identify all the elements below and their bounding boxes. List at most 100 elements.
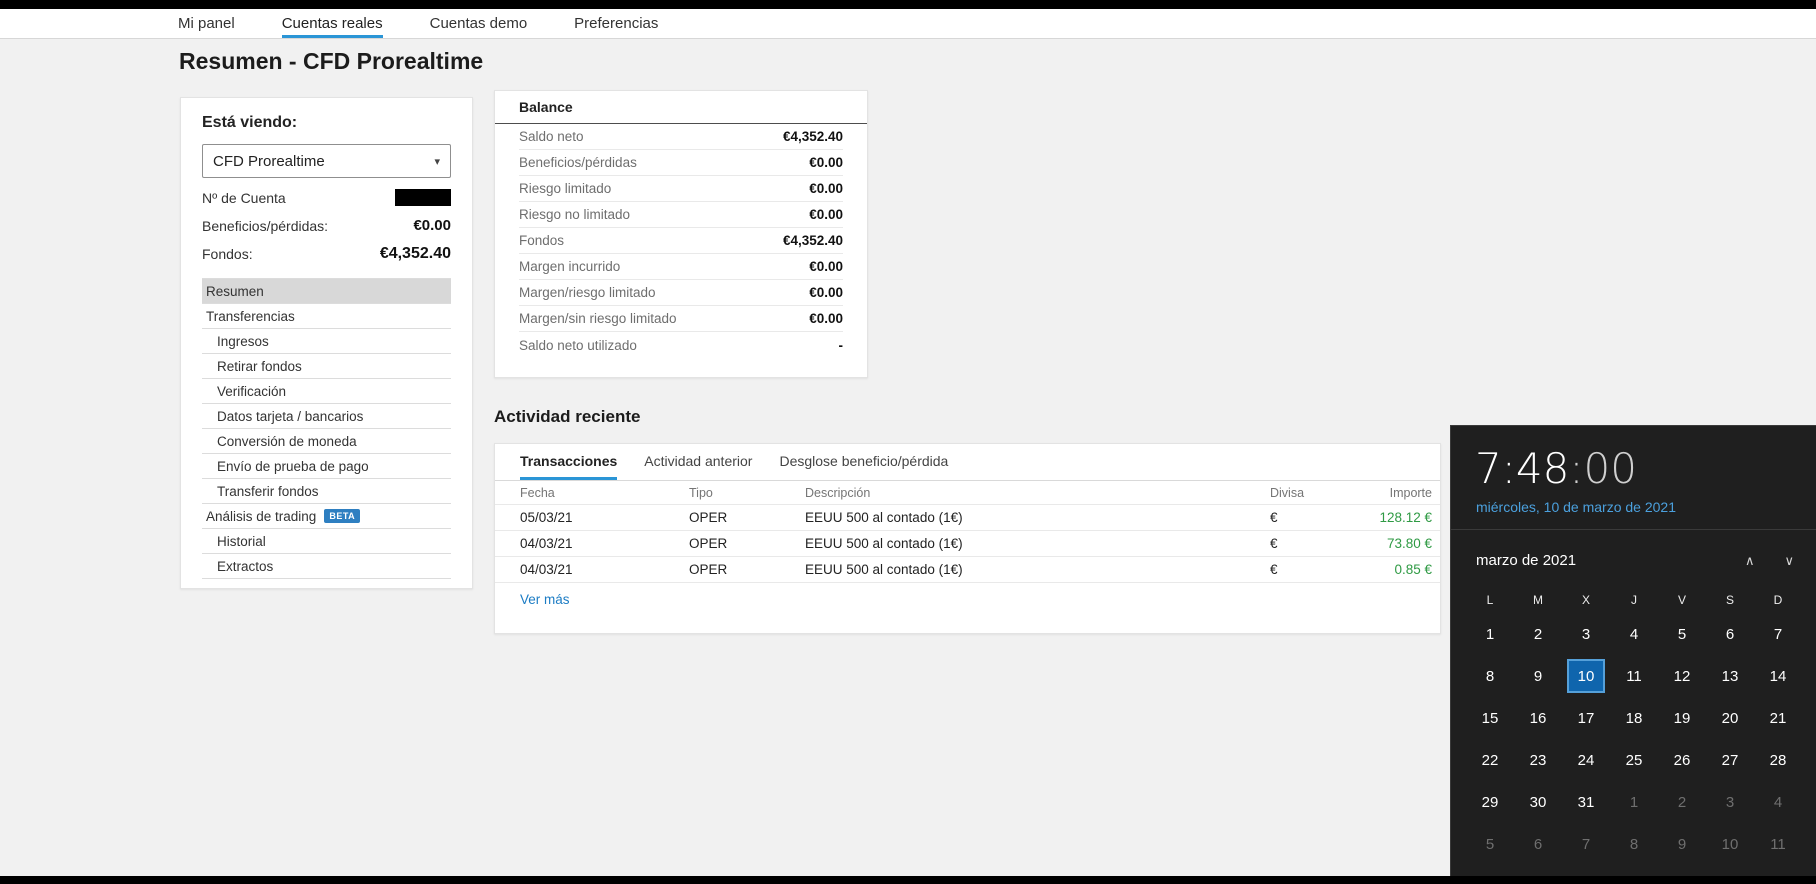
cell-descripcion: EEUU 500 al contado (1€) (805, 536, 1270, 551)
calendar-day-3-next[interactable]: 3 (1706, 781, 1754, 823)
main-nav: Mi panel Cuentas reales Cuentas demo Prefer… (0, 9, 1816, 39)
calendar-day-9[interactable]: 9 (1514, 655, 1562, 697)
calendar-day-11[interactable]: 11 (1610, 655, 1658, 697)
calendar-day-5[interactable]: 5 (1658, 613, 1706, 655)
day-number: 1 (1471, 617, 1509, 651)
tab-desglose-beneficio-perdida[interactable]: Desglose beneficio/pérdida (779, 444, 948, 480)
calendar-day-1[interactable]: 1 (1466, 613, 1514, 655)
account-select[interactable]: CFD Prorealtime ▾ (202, 144, 451, 178)
calendar-day-23[interactable]: 23 (1514, 739, 1562, 781)
calendar-day-4[interactable]: 4 (1610, 613, 1658, 655)
calendar-day-9-next[interactable]: 9 (1658, 823, 1706, 865)
day-number: 5 (1663, 617, 1701, 651)
day-number: 27 (1711, 743, 1749, 777)
calendar-month-label[interactable]: marzo de 2021 (1476, 552, 1715, 569)
sidebar-item-analisis-de-trading[interactable]: Análisis de tradingBETA (202, 504, 451, 529)
calendar-day-10[interactable]: 10 (1562, 655, 1610, 697)
calendar-day-18[interactable]: 18 (1610, 697, 1658, 739)
clock-time-main: 7:48 (1475, 444, 1569, 493)
day-number: 8 (1471, 659, 1509, 693)
calendar-day-2-next[interactable]: 2 (1658, 781, 1706, 823)
sidebar-item-label: Datos tarjeta / bancarios (217, 409, 363, 424)
table-row[interactable]: 05/03/21OPEREEUU 500 al contado (1€)€128… (495, 505, 1440, 531)
calendar-day-10-next[interactable]: 10 (1706, 823, 1754, 865)
day-number: 9 (1663, 827, 1701, 861)
calendar-day-15[interactable]: 15 (1466, 697, 1514, 739)
calendar-day-16[interactable]: 16 (1514, 697, 1562, 739)
sidebar-item-historial[interactable]: Historial (202, 529, 451, 554)
calendar-day-27[interactable]: 27 (1706, 739, 1754, 781)
calendar-day-6-next[interactable]: 6 (1514, 823, 1562, 865)
tab-transacciones[interactable]: Transacciones (520, 444, 617, 480)
day-number: 28 (1759, 743, 1797, 777)
sidebar-item-retirar-fondos[interactable]: Retirar fondos (202, 354, 451, 379)
calendar-day-5-next[interactable]: 5 (1466, 823, 1514, 865)
ver-mas-link[interactable]: Ver más (520, 592, 570, 607)
day-number: 10 (1567, 659, 1605, 693)
sidebar-item-transferir-fondos[interactable]: Transferir fondos (202, 479, 451, 504)
nav-item-mi-panel[interactable]: Mi panel (178, 9, 235, 38)
calendar-day-31[interactable]: 31 (1562, 781, 1610, 823)
calendar-day-29[interactable]: 29 (1466, 781, 1514, 823)
nav-item-preferencias[interactable]: Preferencias (574, 9, 658, 38)
calendar-day-6[interactable]: 6 (1706, 613, 1754, 655)
calendar-day-14[interactable]: 14 (1754, 655, 1802, 697)
balance-label: Margen/riesgo limitado (519, 285, 656, 300)
sidebar-item-label: Análisis de trading (206, 509, 316, 524)
window-top-bar (0, 0, 1816, 9)
calendar-day-19[interactable]: 19 (1658, 697, 1706, 739)
day-number: 5 (1471, 827, 1509, 861)
calendar-day-11-next[interactable]: 11 (1754, 823, 1802, 865)
balance-value: €0.00 (809, 311, 843, 326)
day-number: 3 (1567, 617, 1605, 651)
clock-date[interactable]: miércoles, 10 de marzo de 2021 (1476, 499, 1816, 515)
sidebar-item-resumen[interactable]: Resumen (202, 279, 451, 304)
nav-item-cuentas-reales[interactable]: Cuentas reales (282, 9, 383, 38)
activity-tabs: Transacciones Actividad anterior Desglose … (495, 444, 1440, 481)
calendar-day-2[interactable]: 2 (1514, 613, 1562, 655)
cell-importe: 128.12 € (1370, 510, 1432, 525)
tab-actividad-anterior[interactable]: Actividad anterior (644, 444, 752, 480)
calendar-day-20[interactable]: 20 (1706, 697, 1754, 739)
table-row[interactable]: 04/03/21OPEREEUU 500 al contado (1€)€0.8… (495, 557, 1440, 583)
calendar-day-21[interactable]: 21 (1754, 697, 1802, 739)
calendar-day-28[interactable]: 28 (1754, 739, 1802, 781)
calendar-day-25[interactable]: 25 (1610, 739, 1658, 781)
calendar-day-8[interactable]: 8 (1466, 655, 1514, 697)
calendar-day-26[interactable]: 26 (1658, 739, 1706, 781)
calendar-day-7[interactable]: 7 (1754, 613, 1802, 655)
sidebar-item-ingresos[interactable]: Ingresos (202, 329, 451, 354)
nav-items: Mi panel Cuentas reales Cuentas demo Prefer… (178, 9, 1816, 38)
calendar-grid: 1234567891011121314151617181920212223242… (1466, 613, 1816, 865)
dow-x: X (1562, 593, 1610, 607)
calendar-day-22[interactable]: 22 (1466, 739, 1514, 781)
col-header-descripcion: Descripción (805, 486, 1270, 500)
calendar-day-3[interactable]: 3 (1562, 613, 1610, 655)
calendar-day-17[interactable]: 17 (1562, 697, 1610, 739)
balance-row-margen-sin-riesgo-limitado: Margen/sin riesgo limitado€0.00 (519, 306, 843, 332)
sidebar-item-transferencias[interactable]: Transferencias (202, 304, 451, 329)
sidebar-item-extractos[interactable]: Extractos (202, 554, 451, 579)
sidebar-item-verificacion[interactable]: Verificación (202, 379, 451, 404)
pnl-label: Beneficios/pérdidas: (202, 218, 328, 234)
calendar-day-8-next[interactable]: 8 (1610, 823, 1658, 865)
calendar-day-7-next[interactable]: 7 (1562, 823, 1610, 865)
page-title: Resumen - CFD Prorealtime (179, 48, 483, 75)
calendar-day-13[interactable]: 13 (1706, 655, 1754, 697)
calendar-day-30[interactable]: 30 (1514, 781, 1562, 823)
calendar-day-4-next[interactable]: 4 (1754, 781, 1802, 823)
sidebar-item-label: Resumen (206, 284, 264, 299)
sidebar-item-conversion-de-moneda[interactable]: Conversión de moneda (202, 429, 451, 454)
day-number: 6 (1519, 827, 1557, 861)
calendar-day-12[interactable]: 12 (1658, 655, 1706, 697)
chevron-up-icon[interactable]: ∧ (1745, 553, 1755, 569)
day-number: 15 (1471, 701, 1509, 735)
sidebar-item-datos-tarjeta-bancarios[interactable]: Datos tarjeta / bancarios (202, 404, 451, 429)
calendar-day-1-next[interactable]: 1 (1610, 781, 1658, 823)
calendar-day-24[interactable]: 24 (1562, 739, 1610, 781)
table-row[interactable]: 04/03/21OPEREEUU 500 al contado (1€)€73.… (495, 531, 1440, 557)
cell-divisa: € (1270, 562, 1370, 577)
chevron-down-icon[interactable]: ∨ (1784, 553, 1794, 569)
sidebar-item-envio-de-prueba-de-pago[interactable]: Envío de prueba de pago (202, 454, 451, 479)
nav-item-cuentas-demo[interactable]: Cuentas demo (430, 9, 528, 38)
